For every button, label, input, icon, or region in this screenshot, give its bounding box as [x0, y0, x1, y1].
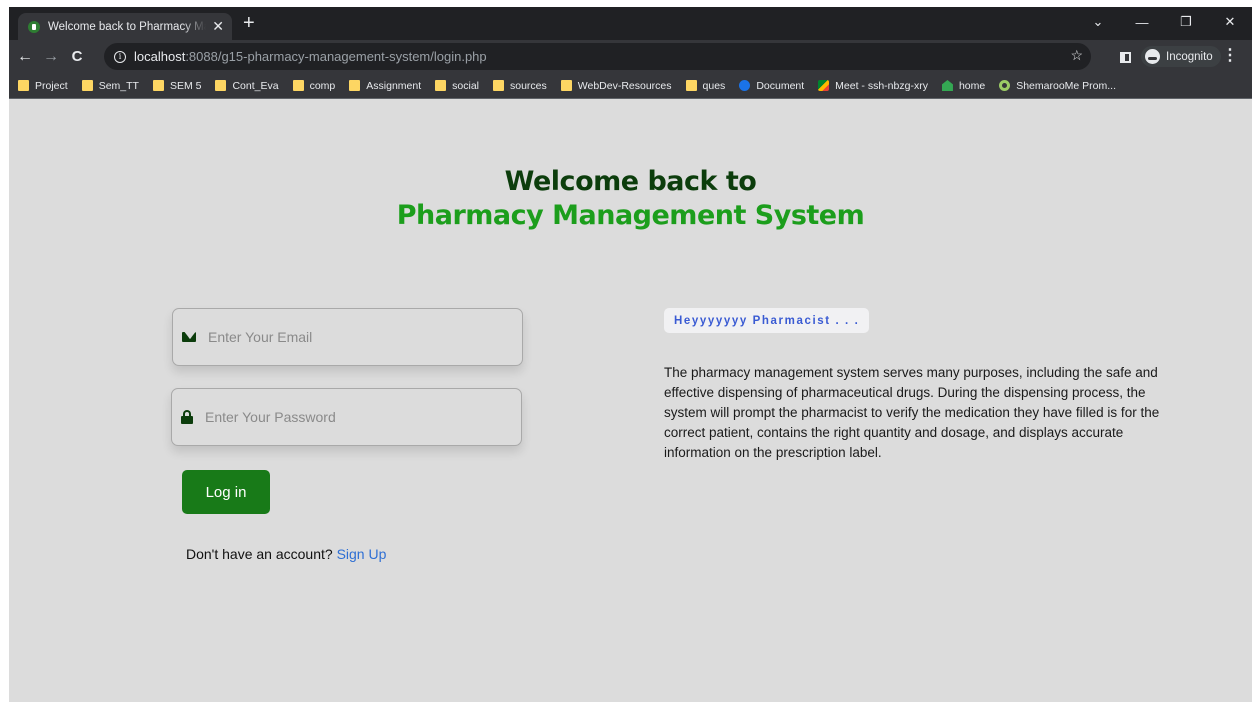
email-field[interactable] — [172, 308, 523, 366]
signup-link[interactable]: Sign Up — [337, 546, 387, 562]
signup-prompt: Don't have an account? Sign Up — [186, 546, 387, 562]
bookmark-ques[interactable]: ques — [685, 80, 725, 92]
tab-title: Welcome back to Pharmacy Management Syst… — [48, 20, 206, 33]
url-text[interactable]: localhost:8088/g15-pharmacy-management-s… — [134, 49, 487, 64]
bookmark-sem-5[interactable]: SEM 5 — [152, 80, 201, 92]
bookmark-social[interactable]: social — [435, 80, 479, 92]
bookmark-meet[interactable]: Meet - ssh-nbzg-xry — [818, 80, 928, 92]
home-icon — [941, 80, 953, 91]
favicon-icon — [28, 20, 40, 33]
bookmark-cont-eva[interactable]: Cont_Eva — [215, 80, 279, 92]
folder-icon — [435, 80, 447, 91]
lock-icon — [181, 410, 193, 424]
new-tab-button[interactable]: + — [243, 13, 255, 33]
bookmark-home[interactable]: home — [941, 80, 985, 92]
title-line-system-name: Pharmacy Management System — [396, 200, 865, 231]
shemaroo-icon — [999, 80, 1011, 91]
browser-tab[interactable]: Welcome back to Pharmacy Management Syst… — [18, 13, 232, 40]
close-window-icon[interactable]: ✕ — [1208, 7, 1252, 37]
side-panel-icon[interactable] — [1120, 52, 1131, 63]
bookmark-webdev-resources[interactable]: WebDev-Resources — [560, 80, 672, 92]
system-description: The pharmacy management system serves ma… — [664, 365, 1160, 460]
bookmark-comp[interactable]: comp — [292, 80, 335, 92]
back-arrow-icon[interactable]: ← — [12, 44, 38, 70]
window-controls: ⌄ — ❐ ✕ — [1076, 7, 1252, 40]
login-page: Welcome back to Pharmacy Management Syst… — [9, 99, 1252, 702]
greeting-badge: Heyyyyyyy Pharmacist . . . — [664, 308, 870, 333]
bookmark-document[interactable]: Document — [739, 80, 804, 92]
folder-icon — [349, 80, 361, 91]
title-line-welcome: Welcome back to — [504, 166, 757, 197]
document-icon — [739, 80, 751, 91]
folder-icon — [152, 80, 164, 91]
password-field[interactable] — [171, 388, 522, 446]
minimize-icon[interactable]: — — [1120, 7, 1164, 37]
forward-arrow-icon[interactable]: → — [38, 44, 64, 70]
address-bar[interactable]: i localhost:8088/g15-pharmacy-management… — [104, 43, 1091, 70]
email-input[interactable] — [208, 329, 508, 345]
folder-icon — [215, 80, 227, 91]
login-button[interactable]: Log in — [182, 470, 270, 514]
browser-toolbar: ← → C i localhost:8088/g15-pharmacy-mana… — [9, 40, 1252, 73]
incognito-chip[interactable]: Incognito — [1141, 46, 1221, 67]
bookmark-assignment[interactable]: Assignment — [349, 80, 421, 92]
envelope-icon — [182, 332, 196, 342]
reload-icon[interactable]: C — [64, 44, 90, 70]
bookmark-sources[interactable]: sources — [493, 80, 547, 92]
meet-icon — [818, 80, 830, 91]
bookmark-sem-tt[interactable]: Sem_TT — [81, 80, 139, 92]
folder-icon — [685, 80, 697, 91]
folder-icon — [292, 80, 304, 91]
bookmark-star-icon[interactable]: ☆ — [1070, 47, 1083, 64]
browser-window: Welcome back to Pharmacy Management Syst… — [9, 7, 1252, 702]
folder-icon — [560, 80, 572, 91]
menu-kebab-icon[interactable]: ⋮ — [1222, 48, 1238, 64]
folder-icon — [81, 80, 93, 91]
bookmark-project[interactable]: Project — [18, 80, 68, 92]
site-info-icon[interactable]: i — [114, 50, 126, 63]
incognito-icon — [1145, 49, 1160, 64]
close-tab-icon[interactable]: ✕ — [212, 18, 224, 35]
page-title: Welcome back to Pharmacy Management Syst… — [9, 165, 1252, 233]
restore-icon[interactable]: ❐ — [1164, 7, 1208, 37]
tab-strip: Welcome back to Pharmacy Management Syst… — [9, 7, 1252, 40]
tab-search-icon[interactable]: ⌄ — [1076, 7, 1120, 37]
folder-icon — [18, 80, 29, 91]
password-input[interactable] — [205, 409, 505, 425]
folder-icon — [493, 80, 504, 91]
bookmark-shemaroome[interactable]: ShemarooMe Prom... — [999, 80, 1116, 92]
bookmarks-bar: Project Sem_TT SEM 5 Cont_Eva comp Assig… — [9, 73, 1252, 99]
